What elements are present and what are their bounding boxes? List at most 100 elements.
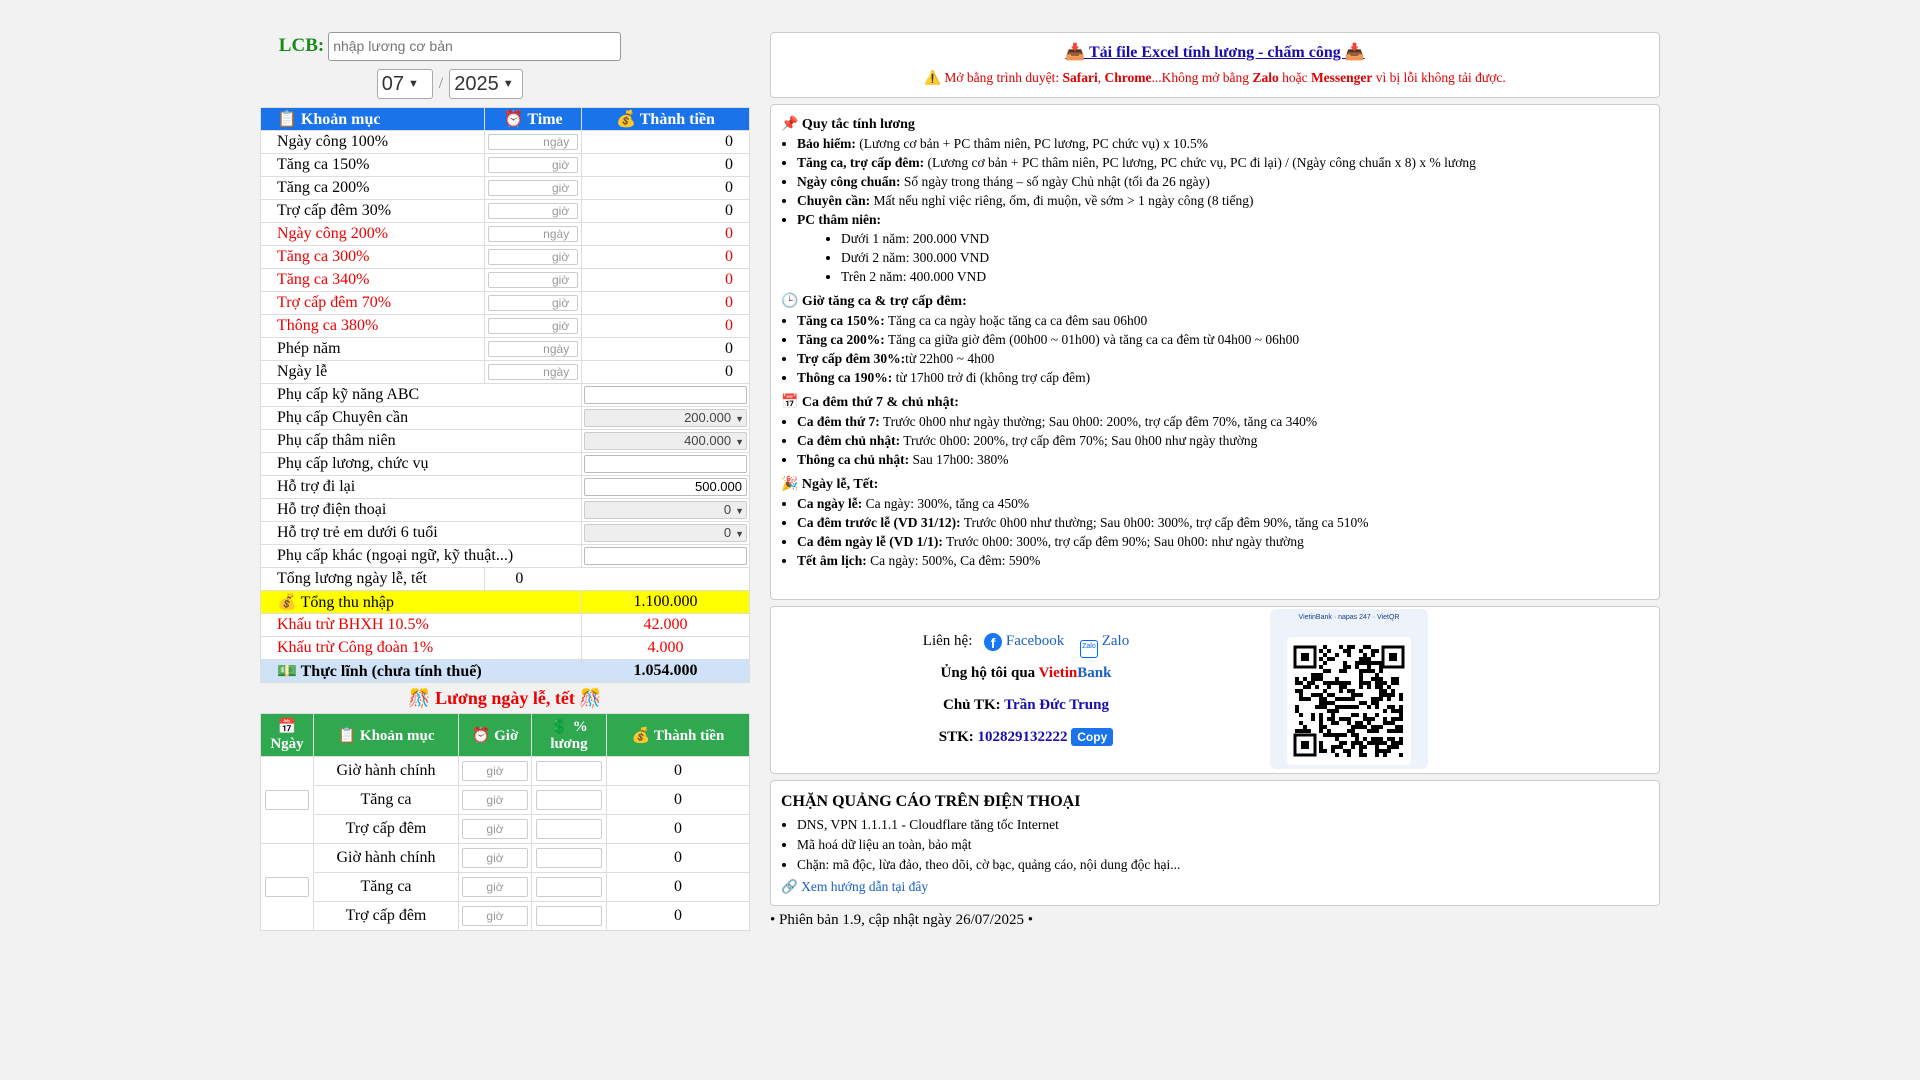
union-label: Khấu trừ Công đoàn 1% — [260, 636, 582, 660]
note-messenger: Messenger — [1310, 70, 1373, 85]
version-text: • Phiên bản 1.9, cập nhật ngày 26/07/202… — [770, 912, 1033, 928]
rule-item: Ca đêm chủ nhật: Trước 0h00: 200%, trợ c… — [797, 432, 1649, 449]
holiday-row: Trợ cấp đêm giờ 0 — [261, 814, 750, 844]
header-amount: 💰 Thành tiền — [581, 107, 750, 131]
date-row: 07 ▼ / 2025 ▼ — [150, 65, 750, 103]
work-row-time-cell: giờ — [484, 199, 582, 223]
holiday-row: Giờ hành chính giờ 0 — [260, 843, 750, 931]
work-row-time-cell: ngày — [484, 130, 582, 154]
time-input[interactable]: ngày — [488, 226, 579, 243]
download-note: ⚠️ Mở bằng trình duyệt: Safari, Chrome..… — [781, 70, 1649, 86]
chevron-down-icon: ▼ — [735, 529, 744, 539]
work-row-value: 0 — [581, 199, 750, 223]
note-comma: , — [1097, 70, 1105, 85]
rule-item: Ngày công chuẩn: Số ngày trong tháng – s… — [797, 173, 1649, 190]
allowance-select[interactable]: 0 ▼ — [584, 524, 747, 542]
rule-item: Ca ngày lễ: Ca ngày: 300%, tăng ca 450% — [797, 495, 1649, 512]
holder-label: Chủ TK: — [942, 697, 1005, 713]
bhxh-row: Khấu trừ BHXH 10.5% 42.000 — [260, 613, 750, 637]
chevron-down-icon: ▼ — [735, 506, 744, 516]
bank-bank: Bank — [1077, 665, 1112, 681]
work-row-time-cell: giờ — [484, 153, 582, 177]
month-select[interactable]: 07 ▼ — [376, 69, 433, 99]
holiday-percent-input[interactable] — [536, 848, 602, 868]
allowance-select-value: 200.000 — [684, 410, 732, 425]
work-row-value: 0 — [581, 314, 750, 338]
time-input[interactable]: giờ — [488, 272, 579, 289]
facebook-link[interactable]: f Facebook — [984, 633, 1064, 651]
time-input[interactable]: giờ — [488, 157, 579, 174]
lcb-input[interactable] — [328, 31, 622, 61]
allowance-input[interactable] — [584, 455, 747, 473]
time-input[interactable]: giờ — [488, 180, 579, 197]
salary-table: 📋 Khoản mục ⏰ Time 💰 Thành tiền Ngày côn… — [259, 107, 750, 683]
allowance-label: Phụ cấp lương, chức vụ — [260, 452, 582, 476]
holiday-row: Giờ hành chính giờ 0 — [260, 756, 750, 844]
rule-item: DNS, VPN 1.1.1.1 - Cloudflare tăng tốc I… — [797, 815, 1649, 835]
holiday-amount: 0 — [606, 756, 750, 786]
allowance-row: Hỗ trợ đi lại 500.000 — [260, 475, 750, 499]
work-row-value: 0 — [581, 222, 750, 246]
rules-list: Bảo hiểm: (Lương cơ bản + PC thâm niên, … — [781, 135, 1649, 228]
rule-item: Tăng ca 200%: Tăng ca giữa giờ đêm (00h0… — [797, 331, 1649, 348]
holiday-hours-input[interactable]: giờ — [462, 819, 528, 839]
holiday-percent-input[interactable] — [536, 790, 602, 810]
contact-label: Liên hệ: — [922, 633, 973, 649]
qr-brands: VietinBank · napas 247 · VietQR — [1298, 614, 1400, 621]
time-input[interactable]: giờ — [488, 249, 579, 266]
rule-desc: (Lương cơ bản + PC thâm niên, PC lương, … — [855, 136, 1208, 151]
allowance-input[interactable]: 500.000 — [584, 478, 747, 496]
zalo-link[interactable]: Zalo Zalo — [1079, 633, 1129, 658]
allowance-select[interactable]: 0 ▼ — [584, 501, 747, 519]
work-row: Ngày công 200% ngày 0 — [259, 222, 750, 246]
holiday-amount: 0 — [606, 814, 750, 844]
rule-desc: Ca ngày: 500%, Ca đêm: 590% — [866, 553, 1041, 568]
work-row: Phép năm ngày 0 — [259, 337, 750, 361]
allowance-input[interactable] — [584, 386, 747, 404]
holiday-hours-input[interactable]: giờ — [462, 761, 528, 781]
allowance-value-cell: 500.000 — [581, 475, 750, 499]
holiday-hours-input[interactable]: giờ — [462, 906, 528, 926]
holiday-hours-input[interactable]: giờ — [462, 790, 528, 810]
holiday-item-label: Giờ hành chính — [313, 756, 459, 786]
holiday-percent-input[interactable] — [536, 761, 602, 781]
total-income-row: 💰 Tổng thu nhập 1.100.000 — [260, 590, 750, 614]
allowance-label: Phụ cấp Chuyên cần — [260, 406, 582, 430]
chevron-down-icon: ▼ — [502, 78, 514, 90]
holiday-hours-input[interactable]: giờ — [462, 877, 528, 897]
rule-item: Trợ cấp đêm 30%:từ 22h00 ~ 4h00 — [797, 350, 1649, 367]
work-row-label: Tăng ca 300% — [259, 245, 486, 269]
holiday-percent-input[interactable] — [536, 906, 602, 926]
time-input[interactable]: ngày — [488, 134, 579, 151]
allowance-row: Phụ cấp kỹ năng ABC — [260, 383, 750, 407]
holiday-total-value: 0 — [484, 567, 750, 591]
copy-button[interactable]: Copy — [1071, 728, 1114, 746]
time-input[interactable]: ngày — [488, 341, 579, 358]
work-row-value: 0 — [581, 176, 750, 200]
ot-list: Tăng ca 150%: Tăng ca ca ngày hoặc tăng … — [781, 312, 1649, 386]
holiday-percent-input[interactable] — [536, 819, 602, 839]
download-excel-link[interactable]: 📥 Tải file Excel tính lương - chấm công … — [1065, 44, 1364, 61]
rule-desc: Trước 0h00 như thường; Sau 0h00: 300%, t… — [960, 515, 1369, 530]
allowance-input[interactable] — [584, 547, 747, 565]
holiday-day-input[interactable] — [265, 877, 309, 897]
holiday-hours-cell: giờ — [458, 843, 532, 873]
work-row-time-cell: giờ — [484, 314, 582, 338]
year-value: 2025 — [454, 72, 499, 95]
time-input[interactable]: ngày — [488, 364, 579, 381]
hol-header-hours: ⏰ Giờ — [458, 713, 532, 757]
time-input[interactable]: giờ — [488, 295, 579, 312]
time-input[interactable]: giờ — [488, 203, 579, 220]
allowance-select[interactable]: 400.000 ▼ — [584, 432, 747, 450]
year-select[interactable]: 2025 ▼ — [449, 69, 524, 99]
holiday-day-input[interactable] — [265, 790, 309, 810]
guide-link[interactable]: 🔗 Xem hướng dẫn tại đây — [781, 879, 1649, 895]
holiday-percent-input[interactable] — [536, 877, 602, 897]
time-input[interactable]: giờ — [488, 318, 579, 335]
holiday-hours-input[interactable]: giờ — [462, 848, 528, 868]
work-row-time-cell: giờ — [484, 291, 582, 315]
allowance-select[interactable]: 200.000 ▼ — [584, 409, 747, 427]
net-value: 1.054.000 — [581, 659, 750, 683]
holiday-total-label: Tổng lương ngày lễ, tết — [259, 567, 486, 591]
month-value: 07 — [381, 72, 405, 95]
